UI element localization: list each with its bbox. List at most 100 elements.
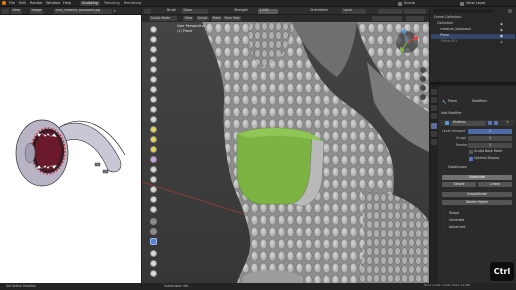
image-filename-field[interactable]: cute_creature_backpack.jpg	[54, 8, 112, 14]
visibility-eye-icon[interactable]: ◉	[500, 22, 503, 26]
viewport-face-sets-menu[interactable]: Face Sets	[223, 16, 242, 21]
menu-file[interactable]: File	[9, 1, 15, 6]
image-editor-type-button[interactable]	[2, 8, 9, 14]
mode-dropdown[interactable]: Sculpt Mode	[149, 16, 177, 21]
scene-icon[interactable]	[398, 1, 402, 6]
draw-brush-icon[interactable]	[150, 26, 157, 33]
tab-sculpting[interactable]: Sculpting	[80, 1, 100, 6]
menu-window[interactable]: Window	[46, 1, 60, 6]
physics-tab-icon[interactable]	[431, 131, 437, 137]
simple-button[interactable]: Simple	[442, 182, 476, 187]
gizmo-axis-z[interactable]: Z	[402, 28, 404, 32]
subdivision-panel-header[interactable]: Subdivision	[448, 165, 467, 169]
grab-brush-icon[interactable]	[150, 176, 157, 183]
clay-strips-brush-icon[interactable]	[150, 56, 157, 63]
status-left-text: Set Active Modifier	[6, 284, 37, 288]
multires-modifier-header[interactable]: Multires ✕	[440, 120, 514, 126]
tab-rendering[interactable]: Rendering	[122, 1, 143, 6]
chevron-right-icon: ›	[444, 211, 446, 215]
strength-field[interactable]: 1.000	[258, 8, 278, 14]
mesh-filter-icon[interactable]	[150, 250, 157, 257]
subdivide-button[interactable]: Subdivide	[442, 175, 512, 180]
unsubdivide-button[interactable]: Unsubdivide	[442, 192, 512, 197]
transform-tool-icon[interactable]	[150, 260, 157, 267]
crease-brush-icon[interactable]	[150, 106, 157, 113]
output-tab-icon[interactable]	[431, 105, 437, 111]
level-viewport-field[interactable]: 1	[468, 129, 512, 134]
add-modifier-dropdown[interactable]: Add Modifier	[441, 111, 462, 115]
clay-brush-icon[interactable]	[150, 46, 157, 53]
3d-viewport[interactable]: X Y Z User Perspective (1) Plane	[142, 22, 429, 283]
annotate-tool-icon[interactable]	[150, 270, 157, 277]
box-mask-icon[interactable]	[150, 228, 157, 235]
clay-thumb-brush-icon[interactable]	[150, 66, 157, 73]
mask-brush-icon[interactable]	[150, 218, 157, 225]
optimal-display-checkbox[interactable]	[469, 157, 473, 161]
elastic-deform-brush-icon[interactable]	[150, 186, 157, 193]
tab-texturing[interactable]: Texturing	[102, 1, 122, 6]
image-image-menu[interactable]: Image	[30, 8, 43, 14]
view-layer-name[interactable]: View Layer	[466, 1, 486, 6]
viewport-view-menu[interactable]: View	[183, 16, 194, 21]
fill-brush-icon[interactable]	[150, 136, 157, 143]
menu-help[interactable]: Help	[63, 1, 71, 6]
viewport-status-bar: Subdivision Set	[142, 283, 429, 290]
render-tab-icon[interactable]	[431, 97, 437, 103]
linear-button[interactable]: Linear	[478, 182, 512, 187]
modifier-tab-icon[interactable]	[431, 123, 437, 129]
scene-name[interactable]: Scene	[404, 1, 415, 6]
shape-panel-header[interactable]: Shape	[449, 211, 459, 215]
sculpt-level-field[interactable]: 1	[468, 136, 512, 141]
view-layer-icon[interactable]	[460, 1, 464, 6]
reference-image-canvas[interactable]	[0, 15, 141, 283]
brush-selector[interactable]: Draw	[182, 8, 208, 14]
snake-hook-brush-icon[interactable]	[150, 196, 157, 203]
remove-modifier-icon[interactable]: ✕	[506, 120, 509, 124]
blender-logo-icon[interactable]	[2, 1, 6, 5]
gizmo-axis-x[interactable]: X	[414, 35, 416, 39]
filter-icon[interactable]	[508, 9, 512, 13]
inflate-brush-icon[interactable]	[150, 86, 157, 93]
overlays-button[interactable]	[406, 16, 424, 21]
visibility-eye-icon[interactable]: ◉	[500, 34, 503, 38]
close-icon[interactable]: ✕	[113, 9, 116, 13]
chevron-right-icon: ›	[444, 218, 446, 222]
visibility-eye-icon[interactable]: ◉	[500, 40, 503, 44]
image-view-menu[interactable]: View	[11, 8, 22, 14]
show-viewport-icon[interactable]	[494, 121, 498, 125]
gizmo-axis-y[interactable]: Y	[400, 47, 402, 51]
viewport-shading-buttons[interactable]	[372, 16, 402, 21]
scrape-brush-icon[interactable]	[150, 146, 157, 153]
layer-brush-icon[interactable]	[150, 76, 157, 83]
delete-higher-button[interactable]: Delete Higher	[442, 200, 512, 205]
scene-tab-icon[interactable]	[431, 113, 437, 119]
sculpt-base-mesh-checkbox[interactable]	[469, 150, 473, 154]
show-in-editmode-icon[interactable]	[488, 121, 492, 125]
tool-tab-icon[interactable]	[431, 89, 437, 95]
pinch-brush-icon[interactable]	[150, 166, 157, 173]
flatten-brush-icon[interactable]	[150, 126, 157, 133]
generate-panel-header[interactable]: Generate	[449, 218, 464, 222]
symmetry-button[interactable]	[378, 8, 402, 14]
draw-sharp-brush-icon[interactable]	[150, 36, 157, 43]
object-data-tab-icon[interactable]	[431, 139, 437, 145]
multiplane-scrape-brush-icon[interactable]	[150, 156, 157, 163]
viewport-mask-menu[interactable]: Mask	[211, 16, 223, 21]
multires-name-field[interactable]: Multires	[451, 120, 485, 126]
orientation-dropdown[interactable]: Local	[342, 8, 366, 14]
visibility-eye-icon[interactable]: ◉	[500, 28, 503, 32]
advanced-panel-header[interactable]: Advanced	[449, 225, 465, 229]
blob-brush-icon[interactable]	[150, 96, 157, 103]
thumb-brush-icon[interactable]	[150, 206, 157, 213]
face-set-tool-icon[interactable]	[150, 238, 157, 245]
brush-icon[interactable]	[144, 8, 151, 14]
smooth-brush-icon[interactable]	[150, 116, 157, 123]
render-level-field[interactable]: 1	[468, 143, 512, 148]
outliner-plane-001[interactable]: Plane.001	[432, 39, 457, 45]
search-icon[interactable]	[433, 9, 493, 13]
outliner-creature-backpack[interactable]: creature_backpack	[432, 27, 471, 33]
options-button[interactable]	[404, 8, 426, 14]
menu-edit[interactable]: Edit	[19, 1, 26, 6]
menu-render[interactable]: Render	[30, 1, 43, 6]
viewport-sculpt-menu[interactable]: Sculpt	[196, 16, 209, 21]
